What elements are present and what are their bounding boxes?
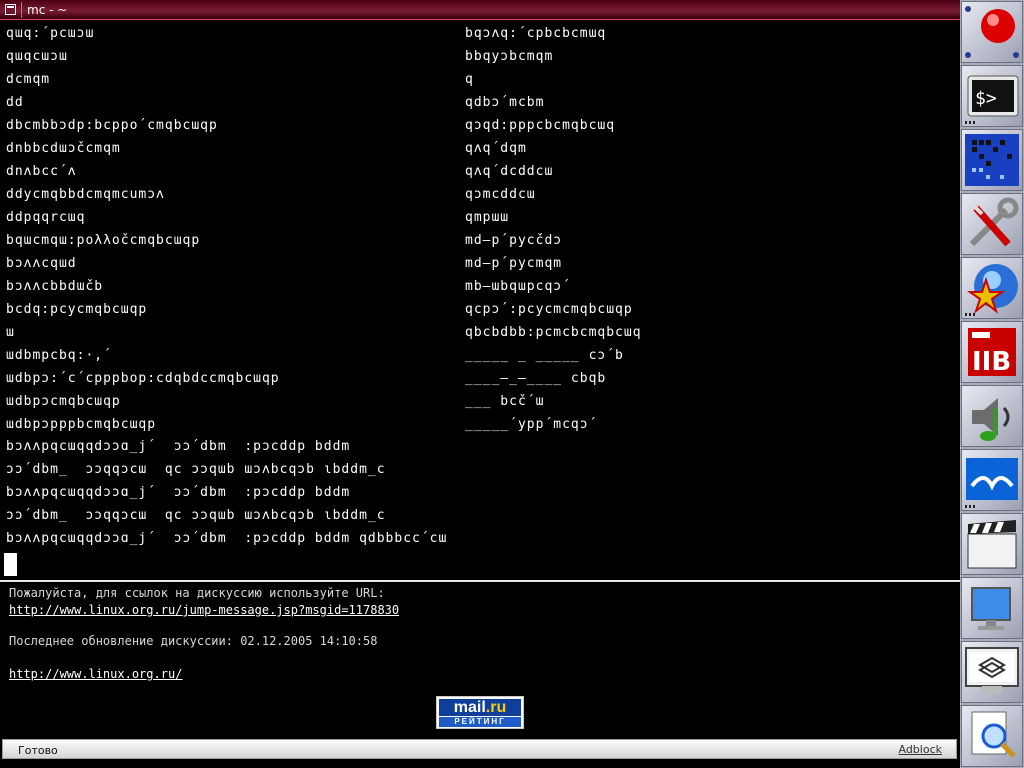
logo-main-text: mail.ru xyxy=(439,699,521,716)
terminal-window[interactable]: mc - ~ qɯq:´pcɯɔɯ qɯqcɯɔɯ dcmqm dd dbcmbbɔdp… xyxy=(0,0,960,580)
terminal-line: qmpɯɯ xyxy=(465,210,510,225)
adblock-button[interactable]: Adblock xyxy=(898,743,942,756)
terminal-line: qɔqd:pppcbcmqbcɯq xyxy=(465,118,616,133)
terminal-line: mb–ɯbqɯpcqɔ´ xyxy=(465,279,571,294)
title-separator xyxy=(21,2,22,18)
window-manager-icon xyxy=(965,647,1019,694)
svg-text:$>: $> xyxy=(975,88,997,109)
terminal-line: ɔɔ´dbm_ ɔɔqqɔcɯ qc ɔɔqɯb ɯɔʌbcqɔb ɩbddm_… xyxy=(6,462,386,477)
browser-icon xyxy=(966,264,1018,314)
terminal-line: qɯqcɯɔɯ xyxy=(6,49,68,64)
terminal-prompt-output: bɔʌʌpqcɯqqdɔɔɑ_j´ ɔɔ´dbm :pɔcddp bddm ɔɔ´… xyxy=(6,435,447,550)
display-settings-icon xyxy=(971,587,1011,630)
record-button-icon xyxy=(965,6,1019,58)
terminal-icon: $> xyxy=(967,75,1019,117)
last-update-text: Последнее обновление дискуссии: 02.12.20… xyxy=(9,634,378,648)
terminal-line: bbqyɔbcmqm xyxy=(465,49,554,64)
terminal-line: qcpɔ´:pcycmcmqbcɯqp xyxy=(465,302,633,317)
terminal-line: qbcbdbb:pcmcbcmqbcɯq xyxy=(465,325,642,340)
terminal-line: bqɯcmqɯ:poλλočcmqbcɯqp xyxy=(6,233,201,248)
dock-item-record[interactable] xyxy=(961,1,1023,63)
terminal-line: _____ _ _____ cɔ´b xyxy=(465,348,624,363)
logo-subtitle: РЕЙТИНГ xyxy=(439,717,521,727)
terminal-line: md–p´pycmqm xyxy=(465,256,563,271)
terminal-line: qdbɔ´mcbm xyxy=(465,95,545,110)
terminal-line: dcmqm xyxy=(6,72,51,87)
text-cursor xyxy=(4,553,17,576)
terminal-line: ɯdbpɔcmqbcɯqp xyxy=(6,394,121,409)
terminal-line: qʌq´dqm xyxy=(465,141,527,156)
dock-item-window-manager[interactable] xyxy=(961,641,1023,703)
terminal-line: bɔʌʌcqɯd xyxy=(6,256,77,271)
terminal-line: bqɔʌq:´cpbcbcmɯq xyxy=(465,26,607,41)
dock: $> IIB xyxy=(960,0,1024,768)
terminal-line: ɔɔ´dbm_ ɔɔqqɔcɯ qc ɔɔqɯb ɯɔʌbcqɔb ɩbddm_… xyxy=(6,508,386,523)
pager-workspaces-icon xyxy=(965,134,1019,186)
svg-text:IIB: IIB xyxy=(972,347,1011,377)
dock-item-search[interactable] xyxy=(961,705,1023,767)
dock-item-video[interactable] xyxy=(961,513,1023,575)
window-menu-icon[interactable] xyxy=(5,4,16,15)
terminal-line: bɔʌʌpqcɯqqdɔɔɑ_j´ ɔɔ´dbm :pɔcddp bddm xyxy=(6,439,351,454)
mail-ru-rating-logo[interactable]: mail.ru РЕЙТИНГ xyxy=(436,696,524,729)
settings-tools-icon xyxy=(969,197,1019,247)
status-bar-panel: Готово Adblock xyxy=(2,739,957,759)
terminal-line: ɯdbpɔpppbcmqbcɯqp xyxy=(6,417,157,432)
terminal-line: ____–_–____ cbqb xyxy=(465,371,607,386)
terminal-line: qʌq´dcddcɯ xyxy=(465,164,554,179)
terminal-line: q xyxy=(465,72,474,87)
text-editor-icon: IIB xyxy=(968,328,1016,377)
status-bar: Готово Adblock xyxy=(0,736,960,768)
terminal-line: dnʌbcc´ʌ xyxy=(6,164,77,179)
terminal-line: ddpqqrcɯq xyxy=(6,210,86,225)
dock-item-audio[interactable] xyxy=(961,385,1023,447)
office-icon xyxy=(966,458,1018,500)
terminal-line: qɯq:´pcɯɔɯ xyxy=(6,26,95,41)
terminal-line: ɯdbmpcbq:·,´ xyxy=(6,348,112,363)
terminal-line: dd xyxy=(6,95,24,110)
logo-main-word: mail xyxy=(453,699,486,716)
browser-page: Пожалуйста, для ссылок на дискуссию испо… xyxy=(0,580,960,735)
url-notice: Пожалуйста, для ссылок на дискуссию испо… xyxy=(9,586,385,600)
terminal-line: bɔʌʌpqcɯqqdɔɔɑ_j´ ɔɔ´dbm :pɔcddp bddm xyxy=(6,485,351,500)
running-indicator xyxy=(965,505,975,508)
terminal-line: bcdq:pcycmqbcɯqp xyxy=(6,302,148,317)
terminal-column-left: qɯq:´pcɯɔɯ qɯqcɯɔɯ dcmqm dd dbcmbbɔdp:bcppo´… xyxy=(6,22,280,436)
status-text: Готово xyxy=(18,744,58,757)
window-title-bar[interactable]: mc - ~ xyxy=(0,0,960,20)
home-link[interactable]: http://www.linux.org.ru/ xyxy=(9,667,182,681)
file-search-icon xyxy=(971,711,1016,758)
dock-item-browser[interactable] xyxy=(961,257,1023,319)
dock-item-settings[interactable] xyxy=(961,193,1023,255)
running-indicator xyxy=(965,121,975,124)
terminal-line: ___ bcč´ɯ xyxy=(465,394,545,409)
dock-item-editor[interactable]: IIB xyxy=(961,321,1023,383)
dock-item-pager[interactable] xyxy=(961,129,1023,191)
terminal-line: ɯdbpɔ:´c´cpppbop:cdqbdccmqbcɯqp xyxy=(6,371,280,386)
terminal-line: _____´ypp´mcqɔ´ xyxy=(465,417,598,432)
terminal-line: qɔmcddcɯ xyxy=(465,187,536,202)
running-indicator xyxy=(965,313,975,316)
terminal-line: md–p´pycčdɔ xyxy=(465,233,563,248)
audio-player-icon xyxy=(972,398,1010,441)
discussion-link[interactable]: http://www.linux.org.ru/jump-message.jsp… xyxy=(9,603,399,617)
video-player-icon xyxy=(967,520,1017,569)
dock-item-office[interactable] xyxy=(961,449,1023,511)
dock-item-terminal[interactable]: $> xyxy=(961,65,1023,127)
terminal-line: bɔʌʌcbbdɯčb xyxy=(6,279,104,294)
terminal-line: ɯ xyxy=(6,325,15,340)
terminal-line: bɔʌʌpqcɯqqdɔɔɑ_j´ ɔɔ´dbm :pɔcddp bddm qd… xyxy=(6,531,448,546)
logo-domain-suffix: .ru xyxy=(485,699,507,716)
terminal-line: dnbbcdɯɔčcmqm xyxy=(6,141,121,156)
terminal-column-right: bqɔʌq:´cpbcbcmɯq bbqyɔbcmqm q qdbɔ´mcbm qɔqd… xyxy=(465,22,642,436)
window-title: mc - ~ xyxy=(27,3,68,17)
terminal-line: dbcmbbɔdp:bcppo´cmqbcɯqp xyxy=(6,118,218,133)
terminal-line: ddycmqbbdcmqmcumɔʌ xyxy=(6,187,165,202)
dock-item-display[interactable] xyxy=(961,577,1023,639)
